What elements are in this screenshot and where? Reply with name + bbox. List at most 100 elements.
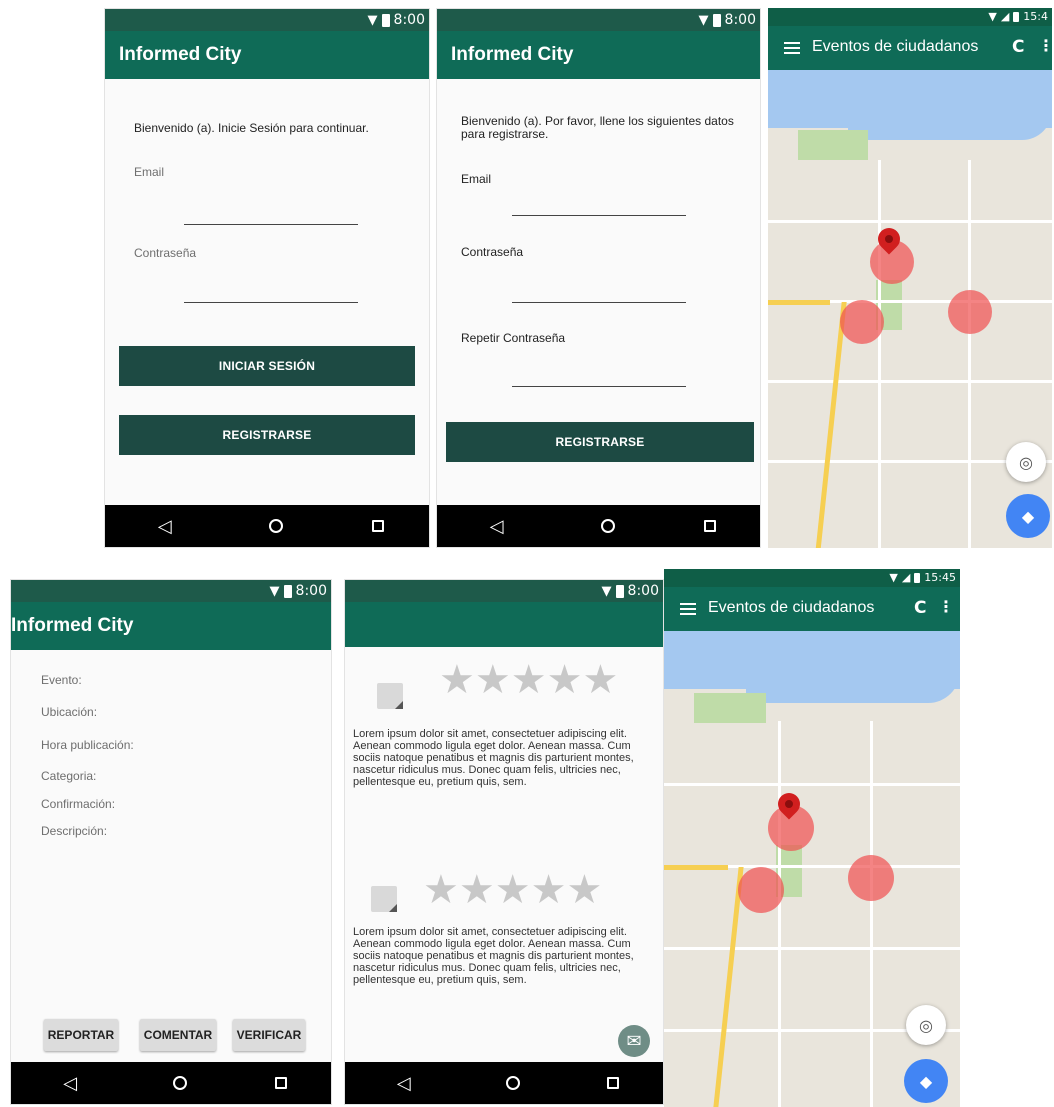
- recent-apps-icon[interactable]: [372, 520, 385, 532]
- wifi-icon: ▼: [269, 583, 280, 599]
- battery-icon: [615, 584, 624, 598]
- app-title: Informed City: [119, 44, 242, 65]
- more-vert-icon[interactable]: ⋮: [938, 597, 954, 616]
- wifi-icon: ▼: [889, 571, 898, 584]
- directions-icon[interactable]: ◆: [904, 1059, 948, 1103]
- map-road: [664, 783, 960, 786]
- refresh-icon[interactable]: C: [914, 598, 926, 618]
- event-marker-circle[interactable]: [848, 855, 894, 901]
- field-location-label: Ubicación:: [41, 705, 98, 719]
- login-button[interactable]: INICIAR SESIÓN: [119, 346, 415, 386]
- password-label: Contraseña: [461, 245, 524, 259]
- map-road: [870, 721, 873, 1107]
- comment-button[interactable]: COMENTAR: [140, 1019, 216, 1051]
- navigation-bar: ◁: [11, 1062, 331, 1104]
- repeat-password-label: Repetir Contraseña: [461, 331, 566, 345]
- status-bar: ▼ ◢ 15:45: [664, 569, 960, 587]
- recent-apps-icon[interactable]: [703, 520, 716, 532]
- battery-icon: [914, 572, 921, 583]
- bay-water: [746, 671, 960, 703]
- bay-water: [848, 110, 1052, 140]
- back-icon[interactable]: ◁: [150, 516, 180, 537]
- event-marker-circle[interactable]: [738, 867, 784, 913]
- register-button[interactable]: REGISTRARSE: [446, 422, 754, 462]
- app-bar: Eventos de ciudadanos C ⋮: [664, 587, 960, 631]
- mail-icon[interactable]: ✉: [618, 1025, 650, 1057]
- field-confirmation-label: Confirmación:: [41, 797, 116, 811]
- comments-screen: ▼ 8:00 ★★★★★ Lorem ipsum dolor sit amet,…: [344, 579, 664, 1105]
- email-field[interactable]: [512, 215, 686, 216]
- navigation-bar: ◁: [105, 505, 429, 547]
- wifi-icon: ▼: [988, 10, 997, 23]
- map-screen-top: ▼ ◢ 15:4 Eventos de ciudadanos C ⋮ ◎ ◆: [768, 8, 1052, 548]
- home-icon[interactable]: [505, 1076, 520, 1090]
- user-avatar-icon: [371, 886, 397, 912]
- back-icon[interactable]: ◁: [482, 516, 512, 537]
- navigation-bar: ◁: [437, 505, 760, 547]
- register-button[interactable]: REGISTRARSE: [119, 415, 415, 455]
- comment-text: Lorem ipsum dolor sit amet, consectetuer…: [353, 926, 634, 986]
- highway-road: [814, 302, 847, 548]
- login-screen: ▼ 8:00 Informed City Bienvenido (a). Ini…: [104, 8, 430, 548]
- battery-icon: [283, 584, 292, 598]
- battery-icon: [712, 13, 721, 27]
- map-road: [878, 160, 881, 548]
- recent-apps-icon[interactable]: [275, 1077, 287, 1089]
- map-view[interactable]: ◎ ◆: [664, 631, 960, 1107]
- app-bar: Informed City: [105, 31, 429, 79]
- user-avatar-icon: [377, 683, 403, 709]
- app-bar: Informed City: [11, 602, 331, 650]
- rating-stars[interactable]: ★★★★★: [423, 870, 602, 910]
- welcome-text: Bienvenido (a). Inicie Sesión para conti…: [134, 121, 369, 135]
- status-bar: ▼ 8:00: [437, 9, 760, 31]
- map-road: [664, 947, 960, 950]
- menu-icon[interactable]: [784, 42, 800, 57]
- field-event-label: Evento:: [41, 673, 82, 687]
- more-vert-icon[interactable]: ⋮: [1038, 36, 1052, 55]
- verify-button[interactable]: VERIFICAR: [233, 1019, 305, 1051]
- map-screen-bottom: ▼ ◢ 15:45 Eventos de ciudadanos C ⋮ ◎ ◆: [664, 569, 960, 1107]
- comment-text: Lorem ipsum dolor sit amet, consectetuer…: [353, 728, 634, 788]
- field-description-label: Descripción:: [41, 824, 108, 838]
- refresh-icon[interactable]: C: [1012, 37, 1024, 57]
- status-time: 15:45: [924, 571, 956, 584]
- email-label: Email: [461, 172, 492, 186]
- directions-icon[interactable]: ◆: [1006, 494, 1050, 538]
- my-location-icon[interactable]: ◎: [1006, 442, 1046, 482]
- rating-stars[interactable]: ★★★★★: [439, 660, 618, 700]
- park-area: [798, 130, 868, 160]
- event-marker-circle[interactable]: [840, 300, 884, 344]
- password-field[interactable]: [512, 302, 686, 303]
- battery-icon: [381, 13, 390, 27]
- back-icon[interactable]: ◁: [389, 1073, 419, 1094]
- app-bar: Eventos de ciudadanos C ⋮: [768, 26, 1052, 70]
- status-time: 15:4: [1023, 10, 1048, 23]
- map-view[interactable]: ◎ ◆: [768, 70, 1052, 548]
- home-icon[interactable]: [268, 519, 283, 533]
- app-bar: [345, 602, 663, 647]
- status-time: 8:00: [724, 12, 756, 28]
- repeat-password-field[interactable]: [512, 386, 686, 387]
- event-marker-circle[interactable]: [948, 290, 992, 334]
- wifi-icon: ▼: [601, 583, 612, 599]
- report-button[interactable]: REPORTAR: [44, 1019, 118, 1051]
- home-icon[interactable]: [173, 1076, 187, 1090]
- menu-icon[interactable]: [680, 603, 696, 618]
- highway-road: [768, 300, 830, 305]
- app-title: Informed City: [11, 615, 134, 636]
- highway-road: [664, 865, 728, 870]
- email-field[interactable]: [184, 224, 358, 225]
- status-time: 8:00: [295, 583, 327, 599]
- app-title: Eventos de ciudadanos: [812, 38, 979, 55]
- password-field[interactable]: [184, 302, 358, 303]
- back-icon[interactable]: ◁: [55, 1073, 85, 1094]
- home-icon[interactable]: [600, 519, 615, 533]
- my-location-icon[interactable]: ◎: [906, 1005, 946, 1045]
- password-label: Contraseña: [134, 246, 197, 260]
- event-detail-screen: ▼ 8:00 Informed City Evento: Ubicación: …: [10, 579, 332, 1105]
- wifi-icon: ▼: [698, 12, 709, 28]
- app-bar: Informed City: [437, 31, 760, 79]
- map-road: [968, 160, 971, 548]
- status-time: 8:00: [627, 583, 659, 599]
- recent-apps-icon[interactable]: [607, 1077, 620, 1089]
